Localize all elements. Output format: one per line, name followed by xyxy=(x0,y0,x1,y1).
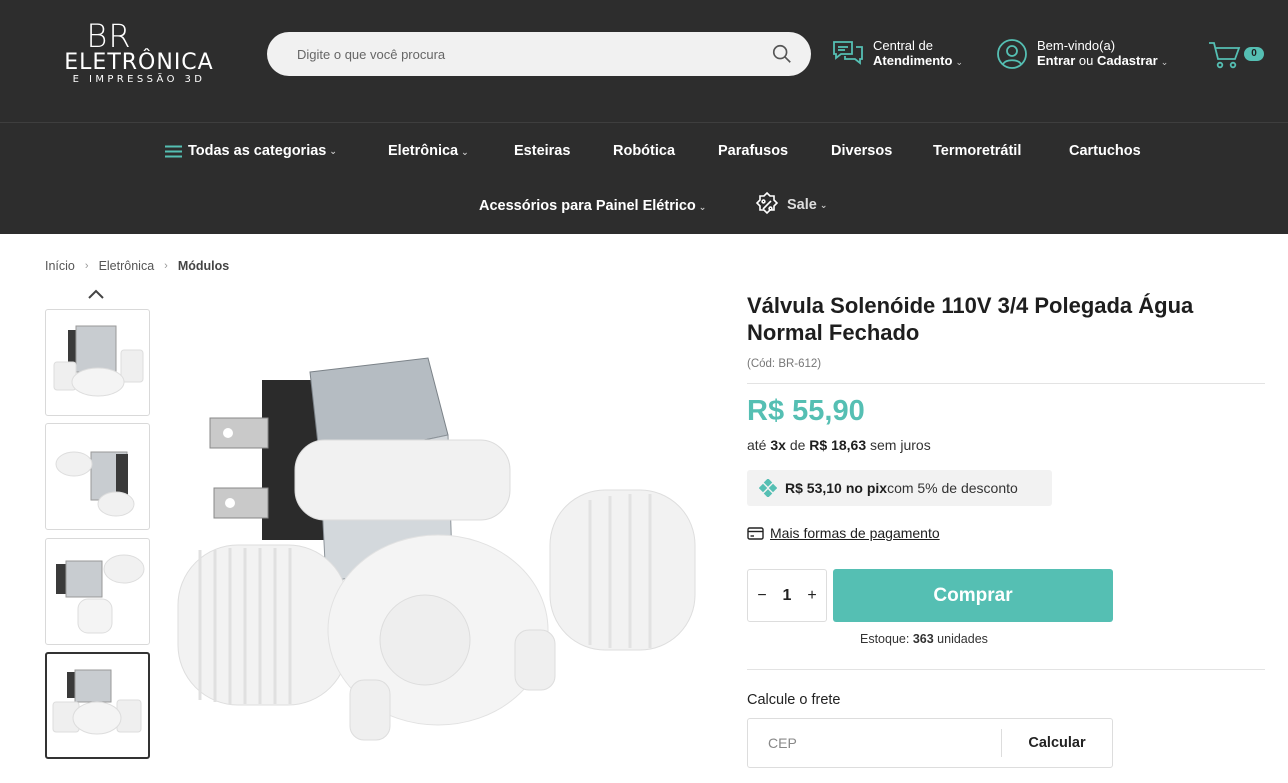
chat-bubbles-icon xyxy=(833,41,863,65)
chevron-down-icon: ⌄ xyxy=(819,199,828,210)
product-title: Válvula Solenóide 110V 3/4 Polegada Água… xyxy=(747,293,1194,345)
chevron-down-icon: ⌄ xyxy=(1160,57,1169,67)
breadcrumb-home[interactable]: Início xyxy=(45,259,75,273)
breadcrumb-eletronica[interactable]: Eletrônica xyxy=(99,259,155,273)
more-payment-link[interactable]: Mais formas de pagamento xyxy=(747,525,940,541)
buy-button[interactable]: Comprar xyxy=(833,569,1113,622)
pix-discount-box: R$ 53,10 no pix com 5% de desconto xyxy=(747,470,1052,506)
calculate-shipping-button[interactable]: Calcular xyxy=(1002,719,1112,767)
chevron-down-icon: ⌄ xyxy=(461,147,469,157)
cart-button[interactable]: 0 xyxy=(1208,40,1268,70)
menu-icon xyxy=(165,145,182,157)
shipping-calculator: Calcular xyxy=(747,718,1113,768)
product-price: R$ 55,90 xyxy=(747,395,865,427)
account-link[interactable]: Bem-vindo(a) Entrar ou Cadastrar ⌄ xyxy=(996,38,1168,70)
nav-item-termoretratil[interactable]: Termoretrátil xyxy=(933,143,1021,159)
chevron-down-icon: ⌄ xyxy=(329,145,337,156)
quantity-stepper: − 1 + xyxy=(747,569,827,622)
search-bar xyxy=(267,32,811,76)
nav-item-esteiras[interactable]: Esteiras xyxy=(514,143,570,159)
chevron-right-icon: › xyxy=(164,260,168,272)
main-nav: Todas as categorias ⌄ Eletrônica ⌄ Esteira… xyxy=(0,124,1288,234)
quantity-decrease-button[interactable]: − xyxy=(754,587,770,605)
credit-card-icon xyxy=(747,526,764,540)
thumbnail-3[interactable] xyxy=(45,538,150,645)
user-icon xyxy=(997,39,1027,69)
breadcrumb: Início › Eletrônica › Módulos xyxy=(45,259,229,273)
pix-icon xyxy=(759,479,777,497)
cart-icon xyxy=(1209,42,1241,69)
nav-item-diversos[interactable]: Diversos xyxy=(831,143,892,159)
quantity-increase-button[interactable]: + xyxy=(804,587,820,605)
product-thumbnail-image xyxy=(53,325,144,397)
site-header: BR ELETRÔNICA E IMPRESSÃO 3D Central de … xyxy=(0,0,1288,234)
login-link[interactable]: Entrar xyxy=(1037,53,1075,68)
thumbnail-1[interactable] xyxy=(45,309,150,416)
product-code: (Cód: BR-612) xyxy=(747,358,822,370)
nav-item-acessorios[interactable]: Acessórios para Painel Elétrico ⌄ xyxy=(479,198,706,214)
register-link[interactable]: Cadastrar xyxy=(1097,53,1158,68)
breadcrumb-current: Módulos xyxy=(177,259,230,273)
discount-badge-icon xyxy=(755,191,779,215)
search-icon[interactable] xyxy=(771,43,793,65)
site-logo[interactable]: BR ELETRÔNICA E IMPRESSÃO 3D xyxy=(54,20,224,92)
nav-item-sale[interactable]: Sale ⌄ xyxy=(753,191,827,219)
cep-input[interactable] xyxy=(748,719,1000,767)
product-thumbnail-image xyxy=(56,554,145,634)
installments-info: até 3x de R$ 18,63 sem juros xyxy=(747,437,931,453)
cart-count-badge: 0 xyxy=(1244,47,1264,61)
nav-item-cartuchos[interactable]: Cartuchos xyxy=(1069,143,1141,159)
chevron-down-icon: ⌄ xyxy=(698,202,707,212)
chevron-up-icon[interactable] xyxy=(86,287,106,301)
product-main-image xyxy=(177,357,696,741)
divider xyxy=(747,383,1265,384)
stock-info: Estoque: 363 unidades xyxy=(860,632,988,646)
nav-all-categories[interactable]: Todas as categorias ⌄ xyxy=(165,143,337,159)
chevron-down-icon: ⌄ xyxy=(955,57,963,67)
product-thumbnail-image xyxy=(52,669,142,735)
quantity-value[interactable]: 1 xyxy=(783,587,792,605)
shipping-label: Calcule o frete xyxy=(747,692,841,708)
nav-item-parafusos[interactable]: Parafusos xyxy=(718,143,788,159)
nav-item-robotica[interactable]: Robótica xyxy=(613,143,675,159)
support-link[interactable]: Central de Atendimento ⌄ xyxy=(832,38,963,70)
top-bar: BR ELETRÔNICA E IMPRESSÃO 3D Central de … xyxy=(0,0,1288,123)
search-input[interactable] xyxy=(267,32,757,76)
nav-item-eletronica[interactable]: Eletrônica ⌄ xyxy=(388,143,469,159)
product-thumbnail-image xyxy=(55,451,135,517)
chevron-right-icon: › xyxy=(84,260,89,272)
thumbnail-2[interactable] xyxy=(45,423,150,530)
divider xyxy=(747,669,1265,670)
thumbnail-4[interactable] xyxy=(45,652,150,759)
